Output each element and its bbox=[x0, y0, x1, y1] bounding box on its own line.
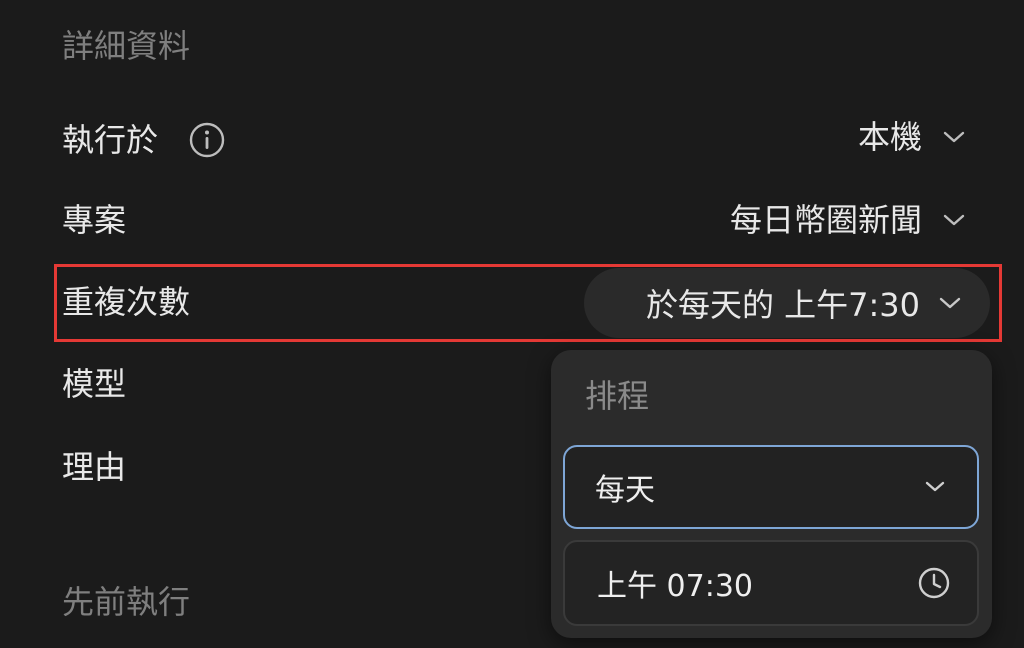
details-section-title: 詳細資料 bbox=[62, 27, 191, 65]
run-on-dropdown[interactable]: 本機 bbox=[858, 121, 966, 153]
repeat-value: 於每天的 上午7:30 bbox=[645, 286, 920, 324]
info-icon[interactable] bbox=[188, 121, 226, 159]
run-on-value: 本機 bbox=[857, 118, 922, 156]
schedule-title: 排程 bbox=[585, 377, 650, 415]
chevron-down-icon bbox=[942, 129, 966, 145]
task-details-panel: 詳細資料 執行於 本機 專案 每日幣圈新聞 重複次數 於每天的 上午7:30 模… bbox=[0, 0, 1024, 648]
chevron-down-icon bbox=[938, 295, 962, 311]
model-label: 模型 bbox=[62, 365, 127, 403]
project-label: 專案 bbox=[62, 201, 127, 239]
clock-icon[interactable] bbox=[917, 566, 951, 600]
repeat-label: 重複次數 bbox=[62, 283, 191, 321]
time-input[interactable]: 上午 07:30 bbox=[563, 540, 979, 626]
chevron-down-icon bbox=[923, 479, 947, 495]
chevron-down-icon bbox=[942, 212, 966, 228]
previous-runs-section-title: 先前執行 bbox=[62, 583, 191, 621]
project-value: 每日幣圈新聞 bbox=[729, 201, 922, 239]
time-value: 上午 07:30 bbox=[597, 569, 753, 604]
run-on-label: 執行於 bbox=[62, 121, 159, 159]
run-on-label-row: 執行於 bbox=[62, 121, 226, 159]
project-dropdown[interactable]: 每日幣圈新聞 bbox=[730, 204, 966, 236]
reason-label: 理由 bbox=[62, 448, 127, 486]
frequency-select[interactable]: 每天 bbox=[563, 445, 979, 529]
frequency-value: 每天 bbox=[595, 473, 655, 508]
repeat-dropdown[interactable]: 於每天的 上午7:30 bbox=[584, 268, 990, 338]
schedule-popover: 排程 每天 上午 07:30 bbox=[551, 350, 992, 638]
